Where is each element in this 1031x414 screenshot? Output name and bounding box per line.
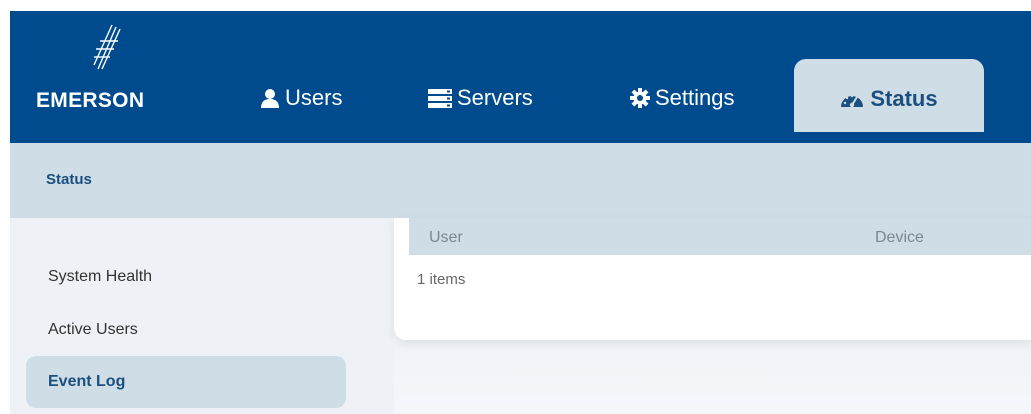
nav-tab-status-label: Status [870, 85, 938, 111]
sidebar-item-active-users[interactable]: Active Users [26, 304, 346, 356]
breadcrumb: Status [46, 171, 92, 188]
nav-tab-settings[interactable]: Settings [630, 84, 735, 112]
nav-tab-servers[interactable]: Servers [428, 84, 533, 112]
column-header-device[interactable]: Device [875, 229, 924, 247]
sub-header-bar [10, 143, 1031, 218]
nav-tab-users-label: Users [285, 85, 343, 110]
column-header-user[interactable]: User [429, 229, 463, 247]
gear-icon [630, 88, 650, 108]
nav-tab-settings-label: Settings [655, 85, 735, 110]
sidebar-item-event-log[interactable]: Event Log [26, 356, 346, 408]
nav-tab-users[interactable]: Users [260, 84, 342, 112]
items-count: 1 items [417, 271, 466, 288]
dashboard-gauge-icon [840, 89, 864, 109]
nav-tab-servers-label: Servers [457, 85, 533, 110]
emerson-logo-icon [93, 24, 121, 70]
user-icon [260, 88, 280, 108]
table-header [409, 218, 1031, 255]
nav-tab-status[interactable]: Status [794, 59, 984, 132]
sidebar-item-system-health[interactable]: System Health [26, 251, 346, 303]
brand-logo-text: EMERSON [36, 89, 145, 112]
server-icon [428, 88, 452, 108]
